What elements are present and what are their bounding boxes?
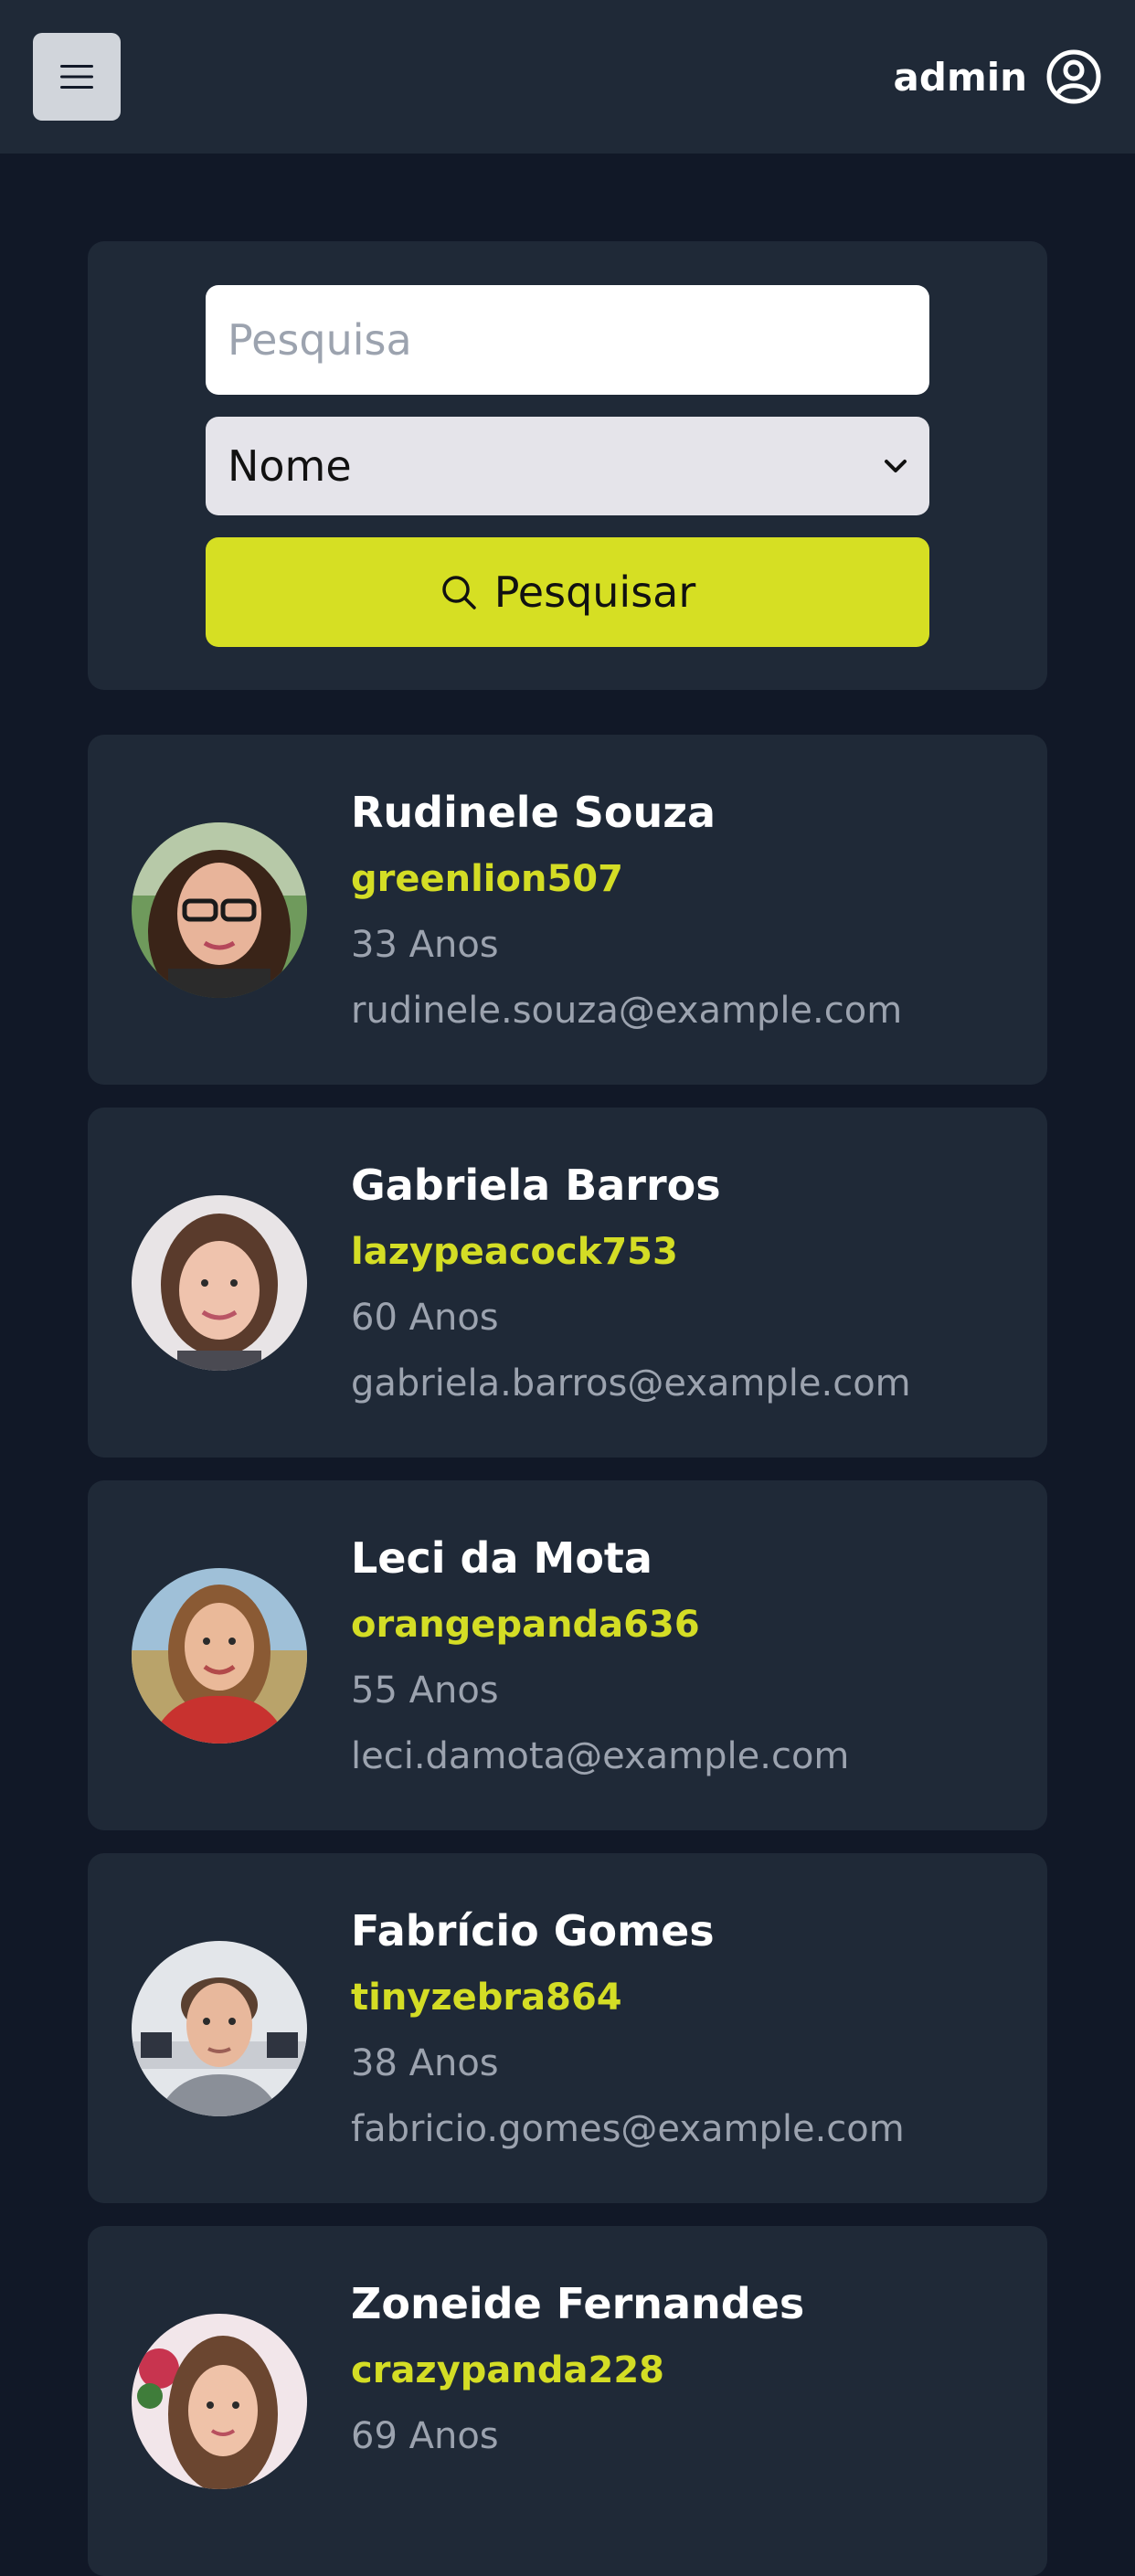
search-panel: Nome Pesquisar [88, 241, 1047, 690]
user-info: Leci da Mota orangepanda636 55 Anos leci… [351, 1530, 1025, 1782]
avatar [132, 822, 307, 998]
chevron-down-icon [884, 458, 907, 474]
menu-button[interactable] [33, 33, 121, 121]
search-input[interactable] [206, 285, 929, 395]
top-navbar: admin [0, 0, 1135, 154]
user-card[interactable]: Rudinele Souza greenlion507 33 Anos rudi… [88, 735, 1047, 1085]
user-name: Fabrício Gomes [351, 1906, 715, 1956]
search-filter-value: Nome [228, 441, 352, 491]
user-email: fabricio.gomes@example.com [351, 2108, 905, 2150]
user-email: leci.damota@example.com [351, 1735, 850, 1777]
hamburger-icon [58, 63, 95, 90]
user-email: gabriela.barros@example.com [351, 1362, 911, 1405]
user-info: Gabriela Barros lazypeacock753 60 Anos g… [351, 1157, 1025, 1409]
user-login: tinyzebra864 [351, 1977, 622, 2019]
avatar [132, 1941, 307, 2116]
avatar [132, 1568, 307, 1744]
user-name: Zoneide Fernandes [351, 2279, 805, 2328]
search-filter-select[interactable]: Nome [206, 417, 929, 515]
user-card[interactable]: Leci da Mota orangepanda636 55 Anos leci… [88, 1480, 1047, 1830]
user-name: Rudinele Souza [351, 788, 716, 837]
search-button-label: Pesquisar [493, 567, 696, 617]
avatar [132, 1195, 307, 1371]
user-info: Rudinele Souza greenlion507 33 Anos rudi… [351, 784, 1025, 1036]
user-login: greenlion507 [351, 858, 623, 900]
user-name: Leci da Mota [351, 1533, 652, 1583]
user-info: Fabrício Gomes tinyzebra864 38 Anos fabr… [351, 1903, 1025, 2155]
user-age: 60 Anos [351, 1297, 499, 1339]
search-button[interactable]: Pesquisar [206, 537, 929, 647]
user-card[interactable]: Gabriela Barros lazypeacock753 60 Anos g… [88, 1108, 1047, 1458]
user-card[interactable]: Zoneide Fernandes crazypanda228 69 Anos [88, 2226, 1047, 2576]
user-age: 38 Anos [351, 2042, 499, 2084]
user-email: rudinele.souza@example.com [351, 990, 903, 1032]
user-menu[interactable]: admin [894, 46, 1102, 108]
user-card[interactable]: Fabrício Gomes tinyzebra864 38 Anos fabr… [88, 1853, 1047, 2203]
user-login: crazypanda228 [351, 2349, 665, 2391]
user-age: 55 Anos [351, 1670, 499, 1712]
username: admin [893, 54, 1027, 100]
user-age: 69 Anos [351, 2415, 499, 2457]
user-age: 33 Anos [351, 924, 499, 966]
user-name: Gabriela Barros [351, 1161, 721, 1210]
user-login: lazypeacock753 [351, 1231, 678, 1273]
user-circle-icon [1045, 48, 1102, 105]
user-login: orangepanda636 [351, 1604, 700, 1646]
user-info: Zoneide Fernandes crazypanda228 69 Anos [351, 2275, 1025, 2462]
avatar [132, 2314, 307, 2489]
search-icon [440, 573, 478, 611]
